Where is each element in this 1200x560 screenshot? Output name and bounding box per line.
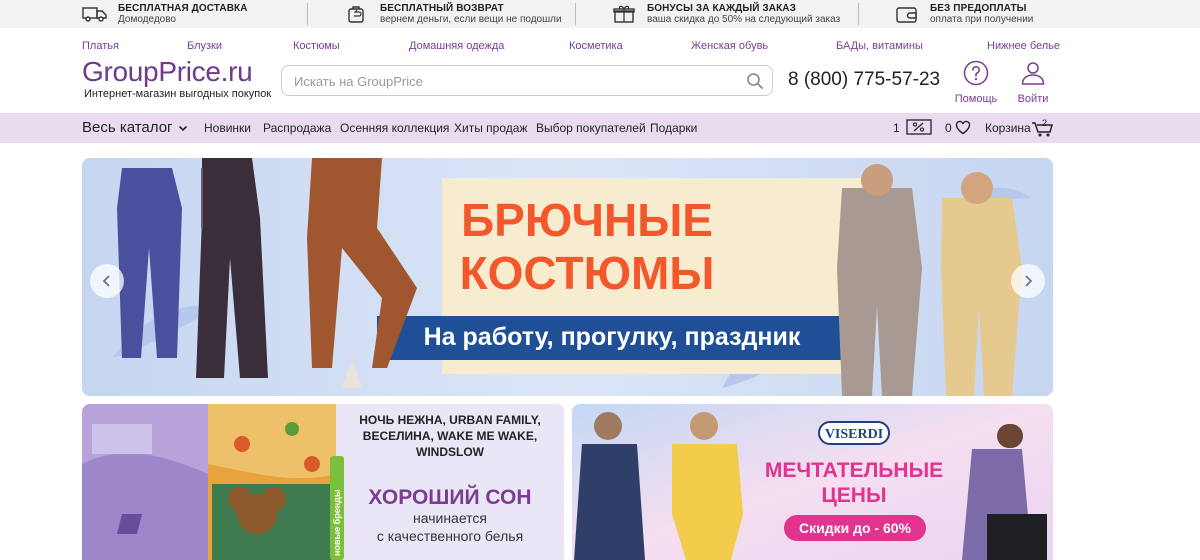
wallet-icon	[896, 7, 917, 23]
help-icon	[963, 60, 989, 86]
info-bonuses[interactable]: БОНУСЫ ЗА КАЖДЫЙ ЗАКАЗ ваша скидка до 50%…	[611, 3, 840, 25]
catalog-menu-button[interactable]: Весь каталог	[82, 119, 188, 136]
category-link[interactable]: Платья	[82, 40, 119, 52]
info-sub: оплата при получении	[930, 14, 1034, 25]
search-icon[interactable]	[746, 72, 764, 90]
gift-icon	[613, 5, 635, 23]
nav-link[interactable]: Новинки	[204, 121, 251, 135]
chevron-down-icon	[178, 125, 187, 131]
help-label: Помощь	[954, 93, 998, 105]
cart-label[interactable]: Корзина	[985, 121, 1031, 135]
nav-link[interactable]: Распродажа	[263, 121, 331, 135]
divider	[575, 3, 576, 25]
info-title: БЕСПЛАТНАЯ ДОСТАВКА	[118, 3, 248, 14]
site-tagline: Интернет-магазин выгодных покупок	[84, 88, 272, 100]
info-sub: вернем деньги, если вещи не подошли	[380, 14, 562, 25]
category-link[interactable]: Косметика	[569, 40, 623, 52]
new-brands-tag: новые бренды	[332, 489, 342, 556]
search-box	[281, 65, 773, 96]
favorites-count: 0	[945, 121, 952, 135]
brands-line1: НОЧЬ НЕЖНА, URBAN FAMILY,	[359, 413, 540, 427]
hero-subtitle: На работу, прогулку, праздник	[424, 323, 801, 351]
divider	[307, 3, 308, 25]
truck-icon	[82, 7, 107, 22]
search-input[interactable]	[294, 72, 734, 90]
hero-title-line1: БРЮЧНЫЕ	[461, 194, 713, 246]
promo-left-sub1: начинается	[413, 510, 487, 526]
nav-link[interactable]: Осенняя коллекция	[340, 121, 449, 135]
nav-link[interactable]: Хиты продаж	[454, 121, 527, 135]
info-no-prepay[interactable]: БЕЗ ПРЕДОПЛАТЫ оплата при получении	[894, 3, 1033, 25]
return-icon	[348, 6, 364, 23]
help-button[interactable]: Помощь	[948, 60, 1004, 105]
promo-right-title1: МЕЧТАТЕЛЬНЫЕ	[765, 459, 943, 482]
discount-count: 1	[893, 121, 900, 135]
slider-next-button[interactable]	[1011, 264, 1045, 298]
promo-viserdi-image: VISERDI МЕЧТАТЕЛЬНЫЕ ЦЕНЫ Скидки до - 60…	[572, 404, 1053, 560]
hero-banner-image: БРЮЧНЫЕ КОСТЮМЫ На работу, прогулку, пра…	[82, 158, 1053, 396]
login-label: Войти	[1017, 93, 1049, 105]
category-links: Платья Блузки Костюмы Домашняя одежда Ко…	[82, 40, 1060, 54]
divider	[858, 3, 859, 25]
category-link[interactable]: Домашняя одежда	[409, 40, 504, 52]
heart-icon[interactable]	[955, 120, 971, 135]
promo-bedding-banner[interactable]: новые бренды НОЧЬ НЕЖНА, URBAN FAMILY, В…	[82, 404, 564, 560]
info-title: БОНУСЫ ЗА КАЖДЫЙ ЗАКАЗ	[647, 3, 796, 14]
discount-icon[interactable]	[906, 119, 932, 135]
promo-bedding-image: новые бренды НОЧЬ НЕЖНА, URBAN FAMILY, В…	[82, 404, 564, 560]
chevron-left-icon	[102, 275, 110, 287]
nav-link[interactable]: Выбор покупателей	[536, 121, 646, 135]
info-title: БЕЗ ПРЕДОПЛАТЫ	[930, 3, 1027, 14]
info-sub: ваша скидка до 50% на следующий заказ	[647, 14, 841, 25]
info-bar: БЕСПЛАТНАЯ ДОСТАВКА Домодедово БЕСПЛАТНЫЙ…	[0, 0, 1200, 28]
promo-left-sub2: с качественного белья	[377, 528, 523, 544]
info-title: БЕСПЛАТНЫЙ ВОЗВРАТ	[380, 3, 504, 14]
promo-left-title: ХОРОШИЙ СОН	[368, 485, 531, 509]
brands-line2: ВЕСЕЛИНА, WAKE ME WAKE,	[363, 429, 537, 443]
promo-viserdi-banner[interactable]: VISERDI МЕЧТАТЕЛЬНЫЕ ЦЕНЫ Скидки до - 60…	[572, 404, 1053, 560]
cart-count: 2	[1042, 118, 1048, 128]
category-link[interactable]: Костюмы	[293, 40, 340, 52]
nav-link[interactable]: Подарки	[650, 121, 697, 135]
discount-badge: Скидки до - 60%	[799, 520, 912, 536]
info-free-return[interactable]: БЕСПЛАТНЫЙ ВОЗВРАТ вернем деньги, если ве…	[344, 3, 562, 25]
info-free-delivery[interactable]: БЕСПЛАТНАЯ ДОСТАВКА Домодедово	[82, 3, 248, 25]
category-link[interactable]: Блузки	[187, 40, 222, 52]
brands-line3: WINDSLOW	[416, 445, 485, 459]
site-logo[interactable]: GroupPrice.ru	[82, 56, 253, 88]
category-link[interactable]: Женская обувь	[691, 40, 768, 52]
phone-number[interactable]: 8 (800) 775-57-23	[788, 69, 940, 91]
promo-right-title2: ЦЕНЫ	[821, 484, 886, 507]
info-sub: Домодедово	[118, 14, 176, 25]
category-link[interactable]: Нижнее белье	[987, 40, 1060, 52]
chevron-right-icon	[1025, 275, 1033, 287]
catalog-label: Весь каталог	[82, 119, 173, 136]
main-nav: Весь каталог Новинки Распродажа Осенняя …	[0, 113, 1200, 143]
viserdi-logo: VISERDI	[825, 427, 883, 442]
user-icon	[1021, 62, 1045, 85]
slider-prev-button[interactable]	[90, 264, 124, 298]
category-link[interactable]: БАДы, витамины	[836, 40, 923, 52]
hero-banner[interactable]: БРЮЧНЫЕ КОСТЮМЫ На работу, прогулку, пра…	[82, 158, 1053, 396]
hero-title-line2: КОСТЮМЫ	[460, 247, 715, 299]
login-button[interactable]: Войти	[1005, 60, 1061, 105]
